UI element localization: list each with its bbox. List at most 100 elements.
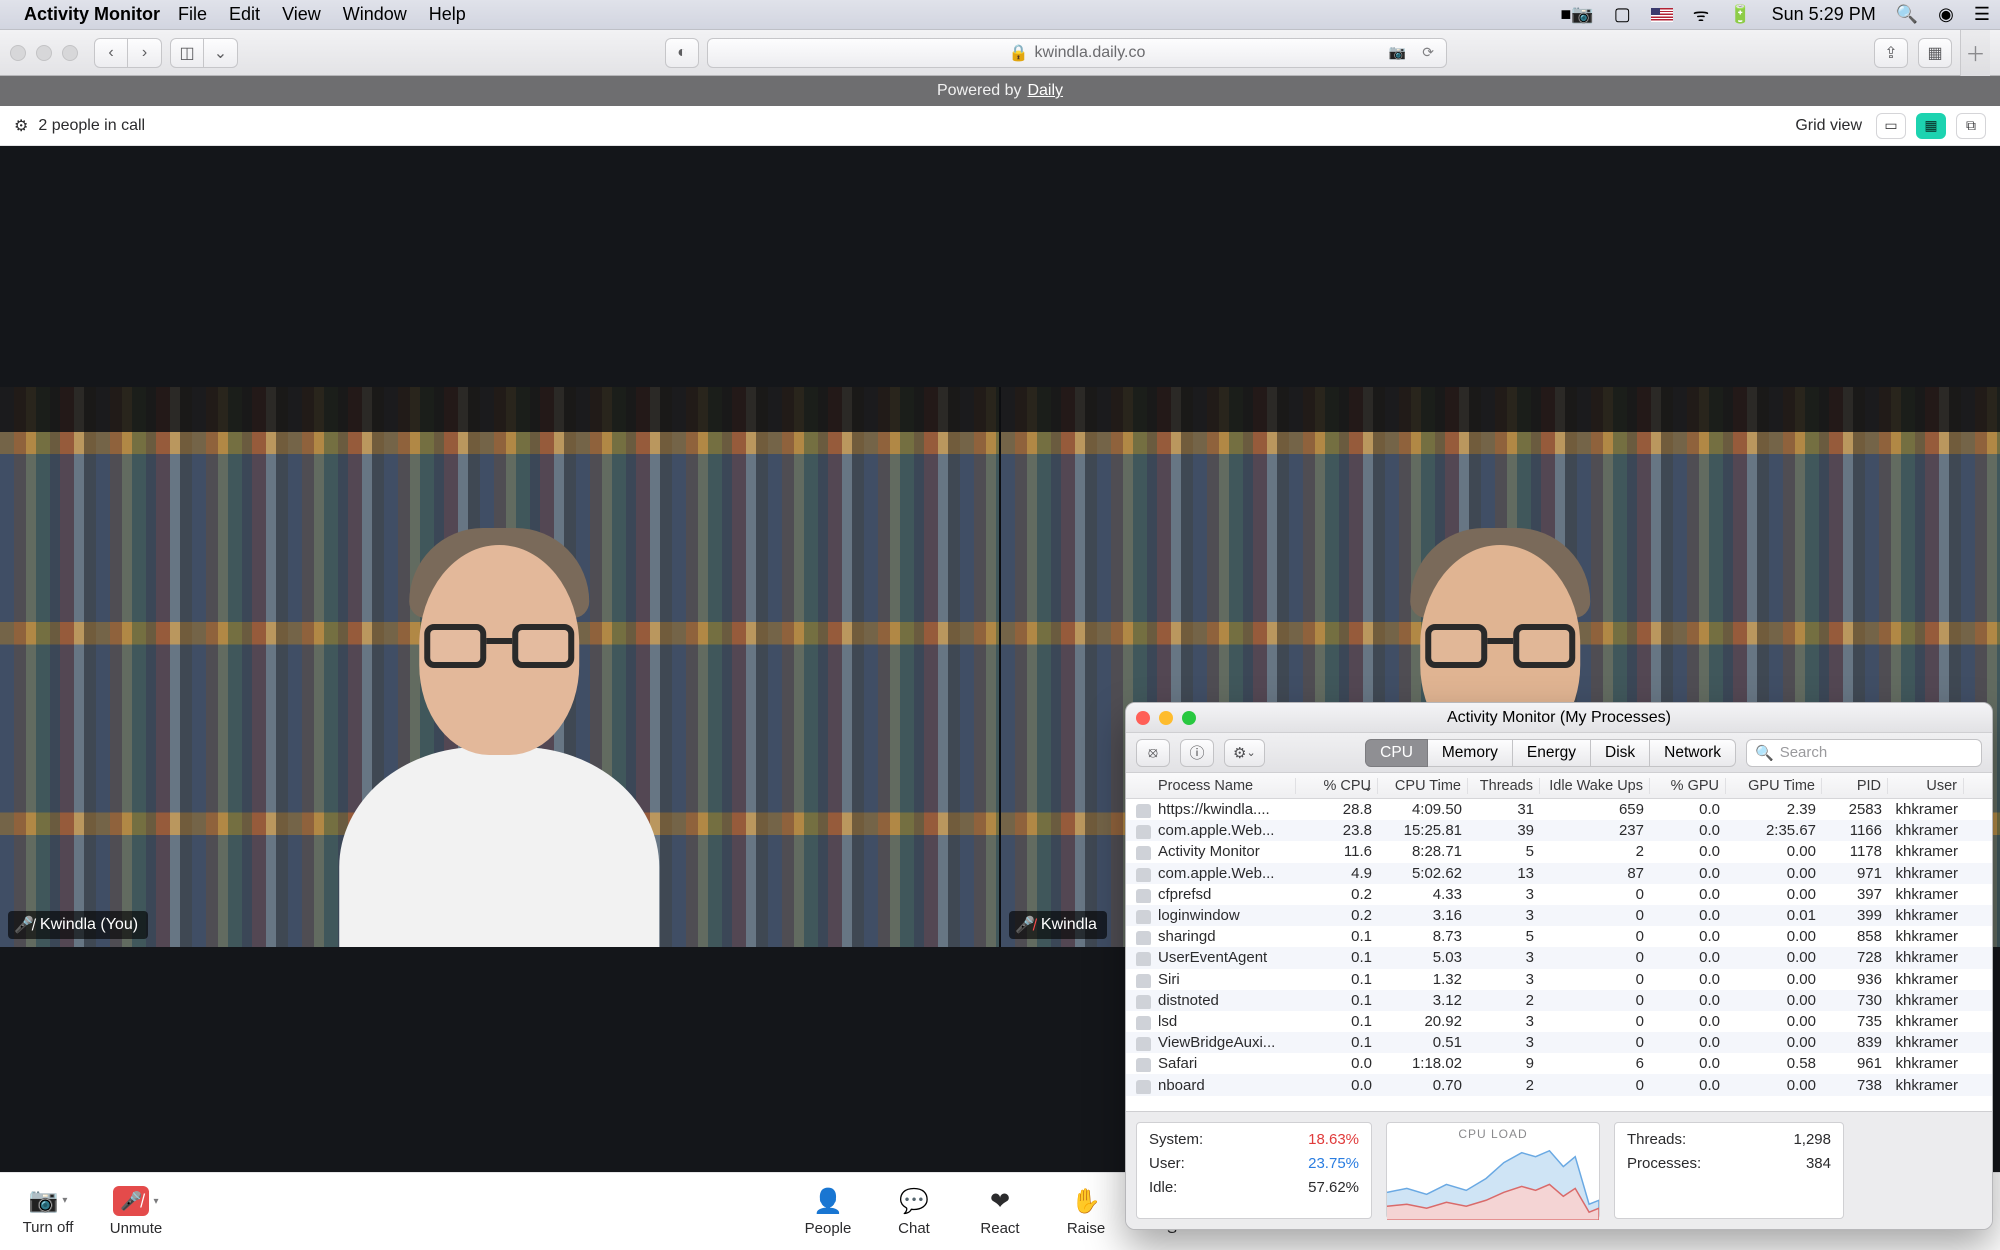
table-row[interactable]: distnoted0.13.12200.00.00730khkramer — [1126, 990, 1992, 1011]
reader-toggle-button[interactable]: ◐ — [665, 38, 699, 68]
table-row[interactable]: cfprefsd0.24.33300.00.00397khkramer — [1126, 884, 1992, 905]
am-title-bar[interactable]: Activity Monitor (My Processes) — [1126, 703, 1992, 733]
tab-energy[interactable]: Energy — [1513, 739, 1591, 767]
process-icon — [1136, 1080, 1151, 1094]
speaker-view-button[interactable]: ▭ — [1876, 113, 1906, 139]
address-bar[interactable]: 🔒 kwindla.daily.co 📷 ⟳ — [707, 38, 1447, 68]
am-search-input[interactable]: 🔍 Search — [1746, 739, 1982, 767]
zoom-icon[interactable] — [1182, 711, 1196, 725]
nav-forward-button[interactable]: › — [128, 38, 162, 68]
table-row[interactable]: Safari0.01:18.02960.00.58961khkramer — [1126, 1053, 1992, 1074]
spotlight-icon[interactable]: 🔍 — [1896, 4, 1918, 25]
menubar-clock[interactable]: Sun 5:29 PM — [1772, 4, 1876, 25]
siri-icon[interactable]: ◉ — [1938, 4, 1954, 25]
process-value-cell: 0.0 — [1650, 822, 1726, 839]
new-tab-button[interactable]: ＋ — [1960, 30, 1990, 76]
share-button[interactable]: ⇪ — [1874, 38, 1908, 68]
process-value-cell: 0 — [1540, 992, 1650, 1009]
process-icon — [1136, 995, 1151, 1009]
col-process-name[interactable]: Process Name — [1126, 778, 1296, 794]
raise-hand-button[interactable]: ✋ Raise — [1058, 1187, 1114, 1237]
menu-view[interactable]: View — [282, 4, 321, 25]
activity-monitor-window[interactable]: Activity Monitor (My Processes) ⦻ ⓘ ⚙ CP… — [1125, 702, 1993, 1230]
powered-by-link[interactable]: Daily — [1027, 82, 1063, 100]
heart-icon: ❤ — [990, 1187, 1010, 1216]
process-value-cell: khkramer — [1888, 907, 1964, 924]
tab-memory[interactable]: Memory — [1428, 739, 1513, 767]
process-icon — [1136, 889, 1151, 903]
col-threads[interactable]: Threads — [1468, 778, 1540, 794]
am-window-controls[interactable] — [1136, 711, 1196, 725]
pip-button[interactable]: ⧉ — [1956, 113, 1986, 139]
process-value-cell: khkramer — [1888, 1077, 1964, 1094]
reload-icon[interactable]: ⟳ — [1422, 44, 1434, 61]
col-cpu-time[interactable]: CPU Time — [1378, 778, 1468, 794]
menu-edit[interactable]: Edit — [229, 4, 260, 25]
table-row[interactable]: UserEventAgent0.15.03300.00.00728khkrame… — [1126, 947, 1992, 968]
chevron-down-icon[interactable]: ▾ — [62, 1195, 67, 1206]
safari-window-controls[interactable] — [10, 45, 78, 61]
mic-toggle-button[interactable]: 🎤̸▾ Unmute — [108, 1186, 164, 1237]
table-row[interactable]: Activity Monitor11.68:28.71520.00.001178… — [1126, 841, 1992, 862]
col-cpu-pct[interactable]: % CPU — [1296, 778, 1378, 794]
battery-icon[interactable]: 🔋 — [1729, 4, 1751, 25]
minimize-icon[interactable] — [1159, 711, 1173, 725]
tab-cpu[interactable]: CPU — [1365, 739, 1428, 767]
airplay-icon[interactable]: ▢ — [1614, 4, 1631, 25]
table-row[interactable]: nboard0.00.70200.00.00738khkramer — [1126, 1074, 1992, 1095]
camera-in-use-icon[interactable]: 📷 — [1389, 44, 1406, 61]
show-tabs-button[interactable]: ▦ — [1918, 38, 1952, 68]
col-gpu-time[interactable]: GPU Time — [1726, 778, 1822, 794]
col-idle-wake[interactable]: Idle Wake Ups — [1540, 778, 1650, 794]
table-row[interactable]: https://kwindla....28.84:09.50316590.02.… — [1126, 799, 1992, 820]
stop-process-button[interactable]: ⦻ — [1136, 739, 1170, 767]
menu-file[interactable]: File — [178, 4, 207, 25]
camera-status-icon[interactable]: ■📷 — [1560, 4, 1593, 25]
tab-disk[interactable]: Disk — [1591, 739, 1650, 767]
col-gpu-pct[interactable]: % GPU — [1650, 778, 1726, 794]
process-value-cell: 0.1 — [1296, 992, 1378, 1009]
am-toolbar: ⦻ ⓘ ⚙ CPU Memory Energy Disk Network 🔍 S… — [1126, 733, 1992, 773]
powered-by-bar: Powered by Daily — [0, 76, 2000, 106]
process-value-cell: 5:02.62 — [1378, 865, 1468, 882]
table-row[interactable]: lsd0.120.92300.00.00735khkramer — [1126, 1011, 1992, 1032]
table-row[interactable]: Siri0.11.32300.00.00936khkramer — [1126, 969, 1992, 990]
input-source-flag-icon[interactable] — [1651, 8, 1673, 22]
am-table-body[interactable]: https://kwindla....28.84:09.50316590.02.… — [1126, 799, 1992, 1096]
user-label: User: — [1149, 1155, 1185, 1172]
sidebar-toggle-button[interactable]: ◫ — [170, 38, 204, 68]
sidebar-menu-button[interactable]: ⌄ — [204, 38, 238, 68]
react-button[interactable]: ❤ React — [972, 1187, 1028, 1237]
process-value-cell: 397 — [1822, 886, 1888, 903]
table-row[interactable]: sharingd0.18.73500.00.00858khkramer — [1126, 926, 1992, 947]
process-name-cell: ViewBridgeAuxi... — [1126, 1034, 1296, 1051]
process-value-cell: khkramer — [1888, 928, 1964, 945]
col-user[interactable]: User — [1888, 778, 1964, 794]
nav-back-button[interactable]: ‹ — [94, 38, 128, 68]
am-table-header[interactable]: Process Name % CPU CPU Time Threads Idle… — [1126, 773, 1992, 799]
chevron-down-icon[interactable]: ▾ — [153, 1196, 158, 1207]
table-row[interactable]: ViewBridgeAuxi...0.10.51300.00.00839khkr… — [1126, 1032, 1992, 1053]
table-row[interactable]: loginwindow0.23.16300.00.01399khkramer — [1126, 905, 1992, 926]
grid-view-button[interactable]: ▦ — [1916, 113, 1946, 139]
col-pid[interactable]: PID — [1822, 778, 1888, 794]
tab-network[interactable]: Network — [1650, 739, 1736, 767]
process-value-cell: 31 — [1468, 801, 1540, 818]
process-name-cell: cfprefsd — [1126, 886, 1296, 903]
table-row[interactable]: com.apple.Web...4.95:02.6213870.00.00971… — [1126, 863, 1992, 884]
wifi-icon[interactable]: ᯤ — [1693, 3, 1709, 27]
video-tile-self[interactable]: 🎤̸ Kwindla (You) — [0, 387, 999, 947]
chat-button[interactable]: 💬 Chat — [886, 1187, 942, 1237]
camera-toggle-button[interactable]: 📷▾ Turn off — [20, 1186, 76, 1237]
settings-gear-icon[interactable]: ⚙ — [14, 116, 28, 136]
people-button[interactable]: 👤 People — [800, 1187, 856, 1237]
process-name-cell: Safari — [1126, 1055, 1296, 1072]
menu-window[interactable]: Window — [343, 4, 407, 25]
close-icon[interactable] — [1136, 711, 1150, 725]
menubar-app-name[interactable]: Activity Monitor — [24, 4, 160, 25]
notification-center-icon[interactable]: ☰ — [1974, 4, 1990, 25]
table-row[interactable]: com.apple.Web...23.815:25.81392370.02:35… — [1126, 820, 1992, 841]
am-options-button[interactable]: ⚙ — [1224, 739, 1265, 767]
menu-help[interactable]: Help — [429, 4, 466, 25]
inspect-process-button[interactable]: ⓘ — [1180, 739, 1214, 767]
